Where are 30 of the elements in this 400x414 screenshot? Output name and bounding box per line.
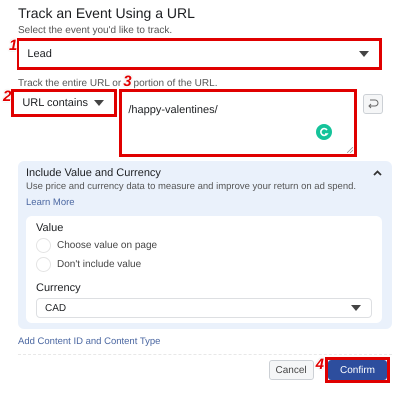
undo-icon bbox=[367, 99, 380, 109]
currency-heading: Currency bbox=[36, 282, 82, 294]
dialog-title: Track an Event Using a URL bbox=[18, 5, 196, 21]
event-label: Select the event you'd like to track. bbox=[18, 25, 174, 36]
content-link[interactable]: Add Content ID and Content Type bbox=[18, 336, 160, 348]
confirm-button[interactable]: Confirm bbox=[328, 360, 387, 380]
step-marker: 4 bbox=[316, 357, 324, 372]
url-field[interactable]: /happy-valentines/ bbox=[119, 89, 358, 157]
radio-label[interactable]: Don't include value bbox=[57, 259, 142, 270]
grammar-icon bbox=[316, 124, 332, 140]
caret-icon bbox=[351, 305, 361, 312]
url-label: Track the entire URL or bbox=[18, 78, 122, 89]
learn-more-link[interactable]: Learn More bbox=[26, 197, 75, 208]
panel-title: Include Value and Currency bbox=[26, 167, 161, 179]
radio-label[interactable]: Choose value on page bbox=[57, 240, 158, 252]
cancel-button[interactable]: Cancel bbox=[268, 360, 314, 380]
url-label: portion of the URL. bbox=[134, 78, 218, 89]
panel-description: Use price and currency data to measure and improve your return on ad spend. bbox=[26, 181, 358, 192]
caret-icon bbox=[94, 100, 104, 106]
radio-button[interactable] bbox=[36, 257, 51, 272]
step-marker: 1 bbox=[9, 38, 18, 53]
resize-handle-icon[interactable] bbox=[347, 147, 354, 153]
currency-select[interactable]: CAD bbox=[36, 298, 372, 318]
value-heading: Value bbox=[36, 222, 64, 234]
radio-button[interactable] bbox=[36, 238, 51, 254]
undo-button[interactable] bbox=[363, 94, 384, 114]
step-marker: 2 bbox=[3, 89, 12, 104]
caret-icon bbox=[359, 51, 370, 57]
step-marker: 3 bbox=[123, 74, 132, 89]
chevron-icon[interactable] bbox=[373, 170, 382, 176]
